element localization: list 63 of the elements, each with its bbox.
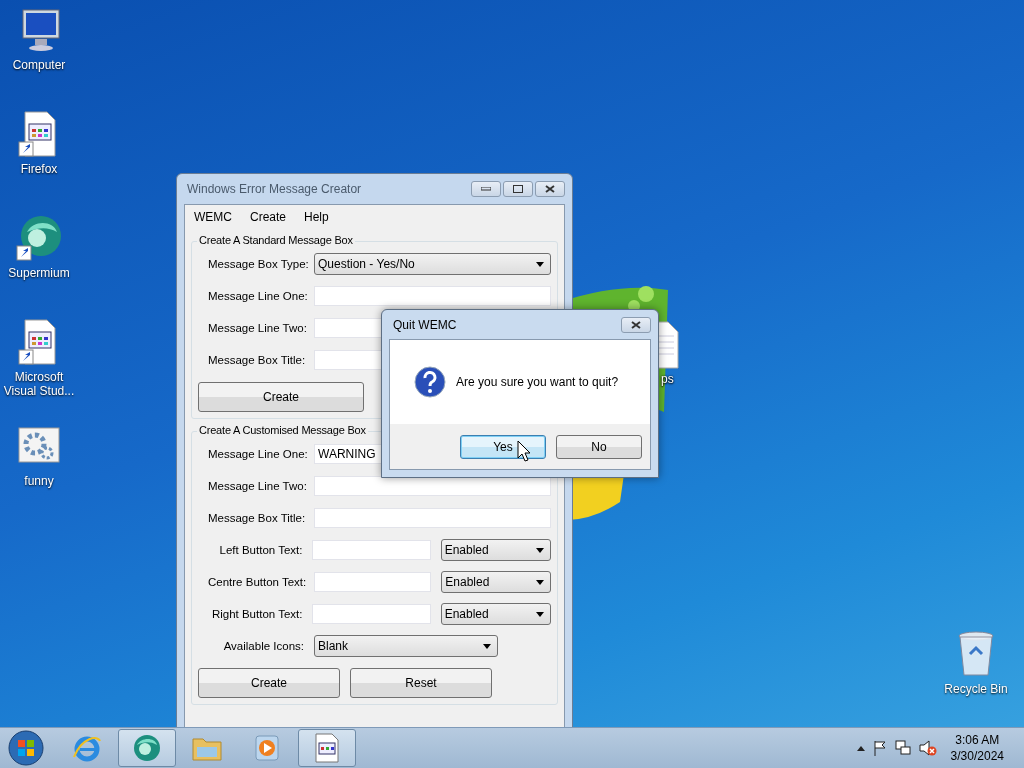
taskbar-button[interactable] <box>118 729 176 767</box>
dropdown-arrow-icon <box>536 547 544 553</box>
desktop-icon-label[interactable]: Microsoft Visual Stud... <box>0 370 78 398</box>
close-icon <box>545 185 555 193</box>
dropdown[interactable]: Enabled <box>440 539 551 561</box>
show-hidden-icons-icon[interactable] <box>856 745 865 751</box>
group-title: Create A Standard Message Box <box>197 234 355 246</box>
text-field[interactable] <box>314 572 432 592</box>
field-label: Right Button Text: <box>210 608 303 620</box>
menu-item[interactable]: Help <box>297 210 336 224</box>
dialog-button[interactable]: No <box>556 434 642 459</box>
maximize-icon <box>513 185 523 193</box>
field-label: Message Box Title: <box>208 512 304 524</box>
dialog-title: Quit WEMC <box>392 317 457 332</box>
field-label: Message Box Title: <box>208 354 304 366</box>
dropdown[interactable]: Question - Yes/No <box>314 253 551 275</box>
menu-item[interactable]: WEMC <box>187 210 239 224</box>
mouse-pointer-icon <box>517 440 531 462</box>
field-label: Available Icons: <box>222 640 304 652</box>
text-field[interactable] <box>312 604 431 624</box>
text-field[interactable] <box>314 508 551 528</box>
desktop-icon-label[interactable]: funny <box>24 474 54 488</box>
start-button-icon[interactable] <box>6 729 46 767</box>
desktop-icon-label[interactable]: Computer <box>12 58 66 72</box>
network-icon[interactable] <box>894 740 911 756</box>
dialog-button[interactable]: Yes <box>460 434 546 459</box>
dropdown-arrow-icon <box>536 579 544 585</box>
close-icon <box>631 320 641 329</box>
question-icon <box>414 366 446 398</box>
taskbar-button[interactable] <box>298 729 356 767</box>
text-field[interactable] <box>312 540 431 560</box>
desktop-icon-label[interactable]: Firefox <box>20 162 58 176</box>
app-window-icon <box>314 733 340 763</box>
window-title: Windows Error Message Creator <box>186 182 362 196</box>
field-label: Message Line Two: <box>208 480 304 492</box>
maximize-button[interactable] <box>503 181 533 197</box>
clock[interactable]: 3:06 AM 3/30/2024 <box>950 732 1004 764</box>
dropdown-arrow-icon <box>536 261 544 267</box>
browser-icon <box>131 733 163 763</box>
text-field[interactable] <box>314 286 551 306</box>
close-button[interactable] <box>535 181 565 197</box>
text-field[interactable] <box>314 476 551 496</box>
minimize-icon <box>481 187 491 191</box>
menu-item[interactable]: Create <box>243 210 294 224</box>
push-button[interactable]: Create <box>198 382 364 412</box>
dropdown[interactable]: Enabled <box>441 571 551 593</box>
field-label: Centre Button Text: <box>208 576 304 588</box>
dropdown-arrow-icon <box>483 643 491 649</box>
flag-icon[interactable] <box>872 740 887 756</box>
push-button[interactable]: Reset <box>350 668 492 698</box>
field-label: Left Button Text: <box>218 544 303 556</box>
close-button[interactable] <box>621 316 651 333</box>
dropdown-arrow-icon <box>536 611 544 617</box>
dropdown[interactable]: Blank <box>314 635 498 657</box>
recycle-bin-icon <box>956 630 996 678</box>
group-title: Create A Customised Message Box <box>197 424 368 436</box>
push-button[interactable]: Create <box>198 668 340 698</box>
desktop-icon-label[interactable]: Supermium <box>8 266 70 280</box>
dropdown[interactable]: Enabled <box>440 603 551 625</box>
muted-speaker-icon[interactable] <box>918 740 937 756</box>
media-player-icon <box>252 733 282 763</box>
dialog-message: Are you sure you want to quit? <box>456 375 619 389</box>
field-label: Message Line Two: <box>208 322 304 334</box>
